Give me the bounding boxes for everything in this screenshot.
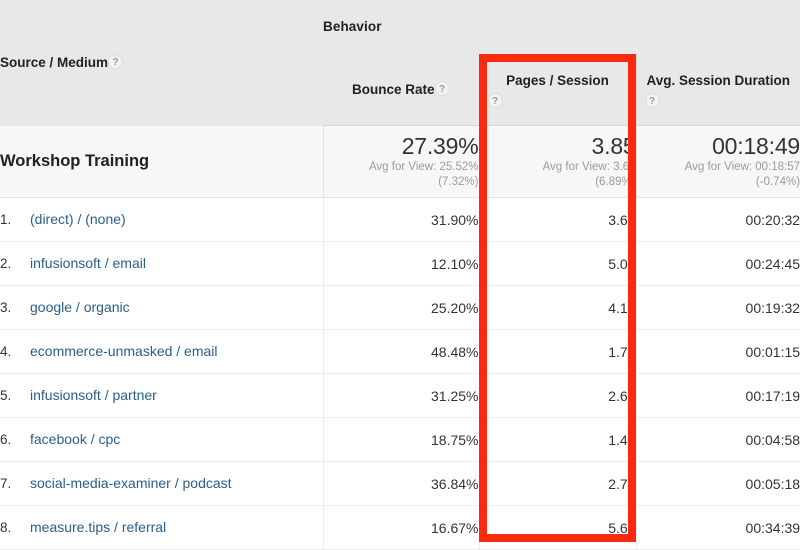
row-index: 5. bbox=[0, 387, 12, 403]
column-header-bounce-rate-label: Bounce Rate bbox=[351, 81, 435, 97]
row-dimension-cell: 2. infusionsoft / email bbox=[0, 241, 324, 286]
table-row: 7. social-media-examiner / podcast 36.84% 2… bbox=[0, 461, 800, 506]
source-medium-link[interactable]: measure.tips / referral bbox=[30, 519, 166, 535]
summary-pages-per-session-avg: Avg for View: 3.60 bbox=[542, 161, 636, 174]
cell-avg-session-duration: 00:04:58 bbox=[635, 417, 800, 462]
cell-avg-session-duration: 00:05:18 bbox=[635, 461, 800, 506]
cell-bounce-rate: 31.25% bbox=[323, 373, 479, 418]
cell-pages-per-session: 2.79 bbox=[478, 461, 636, 506]
group-header-behavior: Behavior bbox=[323, 0, 800, 54]
help-circle-icon[interactable]: ? bbox=[487, 92, 503, 108]
table-row: 1. (direct) / (none) 31.90% 3.62 00:20:32 bbox=[0, 197, 800, 242]
cell-bounce-rate: 12.10% bbox=[323, 241, 479, 286]
cell-pages-per-session: 2.66 bbox=[478, 373, 636, 418]
source-medium-link[interactable]: infusionsoft / partner bbox=[30, 387, 157, 403]
row-index: 6. bbox=[0, 431, 12, 447]
row-dimension-cell: 5. infusionsoft / partner bbox=[0, 373, 324, 418]
summary-bounce-rate-cell: 27.39% Avg for View: 25.52% (7.32%) bbox=[323, 125, 479, 198]
table-body: 1. (direct) / (none) 31.90% 3.62 00:20:32 2. i… bbox=[0, 197, 800, 550]
row-dimension-cell: 4. ecommerce-unmasked / email bbox=[0, 329, 324, 374]
row-index: 4. bbox=[0, 343, 12, 359]
cell-pages-per-session: 5.04 bbox=[478, 241, 636, 286]
row-index: 3. bbox=[0, 299, 12, 315]
summary-bounce-rate-delta: (7.32%) bbox=[438, 175, 479, 188]
column-header-pages-per-session[interactable]: Pages / Session ? bbox=[478, 54, 636, 126]
cell-bounce-rate: 16.67% bbox=[323, 505, 479, 550]
row-dimension-cell: 6. facebook / cpc bbox=[0, 417, 324, 462]
row-index: 2. bbox=[0, 255, 12, 271]
cell-bounce-rate: 36.84% bbox=[323, 461, 479, 506]
page-title: Workshop Training bbox=[0, 151, 150, 170]
source-medium-link[interactable]: facebook / cpc bbox=[30, 431, 120, 447]
cell-avg-session-duration: 00:24:45 bbox=[635, 241, 800, 286]
cell-pages-per-session: 4.13 bbox=[478, 285, 636, 330]
summary-avg-session-duration-cell: 00:18:49 Avg for View: 00:18:57 (-0.74%) bbox=[635, 125, 800, 198]
cell-pages-per-session: 3.62 bbox=[478, 197, 636, 242]
cell-pages-per-session: 1.76 bbox=[478, 329, 636, 374]
table-row: 8. measure.tips / referral 16.67% 5.62 00:34… bbox=[0, 505, 800, 550]
summary-pages-per-session-cell: 3.85 Avg for View: 3.60 (6.89%) bbox=[478, 125, 636, 198]
cell-bounce-rate: 48.48% bbox=[323, 329, 479, 374]
row-dimension-cell: 7. social-media-examiner / podcast bbox=[0, 461, 324, 506]
cell-bounce-rate: 31.90% bbox=[323, 197, 479, 242]
row-index: 8. bbox=[0, 519, 12, 535]
column-header-pages-per-session-label: Pages / Session bbox=[506, 73, 609, 89]
source-medium-link[interactable]: infusionsoft / email bbox=[30, 255, 146, 271]
dimension-header-cell[interactable]: Source / Medium? bbox=[0, 0, 323, 126]
summary-title-cell: Workshop Training bbox=[0, 125, 324, 198]
table-group-header-row: Source / Medium? Behavior bbox=[0, 0, 800, 126]
row-index: 1. bbox=[0, 211, 12, 227]
table-row: 2. infusionsoft / email 12.10% 5.04 00:24:45 bbox=[0, 241, 800, 286]
dimension-header-label: Source / Medium bbox=[0, 54, 109, 70]
table-row: 4. ecommerce-unmasked / email 48.48% 1.76 00… bbox=[0, 329, 800, 374]
source-medium-link[interactable]: google / organic bbox=[30, 299, 130, 315]
help-circle-icon[interactable]: ? bbox=[108, 54, 124, 70]
column-header-avg-session-duration[interactable]: Avg. Session Duration ? bbox=[635, 54, 800, 126]
summary-pages-per-session-delta: (6.89%) bbox=[595, 175, 636, 188]
source-medium-table: Source / Medium? Behavior Bounce Rate? P… bbox=[0, 0, 800, 550]
help-circle-icon[interactable]: ? bbox=[644, 92, 660, 108]
summary-bounce-rate-value: 27.39% bbox=[401, 133, 479, 160]
row-dimension-cell: 8. measure.tips / referral bbox=[0, 505, 324, 550]
cell-bounce-rate: 18.75% bbox=[323, 417, 479, 462]
cell-avg-session-duration: 00:34:39 bbox=[635, 505, 800, 550]
summary-avg-session-duration-delta: (-0.74%) bbox=[755, 175, 800, 188]
help-circle-icon[interactable]: ? bbox=[434, 80, 450, 96]
cell-avg-session-duration: 00:17:19 bbox=[635, 373, 800, 418]
cell-pages-per-session: 1.44 bbox=[478, 417, 636, 462]
source-medium-link[interactable]: social-media-examiner / podcast bbox=[30, 475, 232, 491]
analytics-report: Source / Medium? Behavior Bounce Rate? P… bbox=[0, 0, 800, 550]
table-row: 6. facebook / cpc 18.75% 1.44 00:04:58 bbox=[0, 417, 800, 462]
row-dimension-cell: 3. google / organic bbox=[0, 285, 324, 330]
source-medium-link[interactable]: ecommerce-unmasked / email bbox=[30, 343, 218, 359]
summary-bounce-rate-avg: Avg for View: 25.52% bbox=[368, 161, 479, 174]
column-header-bounce-rate[interactable]: Bounce Rate? bbox=[323, 54, 479, 126]
table-row: 5. infusionsoft / partner 31.25% 2.66 00:17:… bbox=[0, 373, 800, 418]
column-header-avg-session-duration-label: Avg. Session Duration bbox=[646, 73, 791, 89]
row-dimension-cell: 1. (direct) / (none) bbox=[0, 197, 324, 242]
cell-pages-per-session: 5.62 bbox=[478, 505, 636, 550]
cell-avg-session-duration: 00:20:32 bbox=[635, 197, 800, 242]
cell-avg-session-duration: 00:01:15 bbox=[635, 329, 800, 374]
row-index: 7. bbox=[0, 475, 12, 491]
table-row: 3. google / organic 25.20% 4.13 00:19:32 bbox=[0, 285, 800, 330]
cell-avg-session-duration: 00:19:32 bbox=[635, 285, 800, 330]
cell-bounce-rate: 25.20% bbox=[323, 285, 479, 330]
source-medium-link[interactable]: (direct) / (none) bbox=[30, 211, 126, 227]
summary-avg-session-duration-value: 00:18:49 bbox=[712, 133, 800, 160]
summary-avg-session-duration-avg: Avg for View: 00:18:57 bbox=[684, 161, 800, 174]
summary-pages-per-session-value: 3.85 bbox=[591, 133, 636, 160]
summary-row: Workshop Training 27.39% Avg for View: 2… bbox=[0, 125, 800, 198]
group-header-label: Behavior bbox=[323, 19, 382, 34]
